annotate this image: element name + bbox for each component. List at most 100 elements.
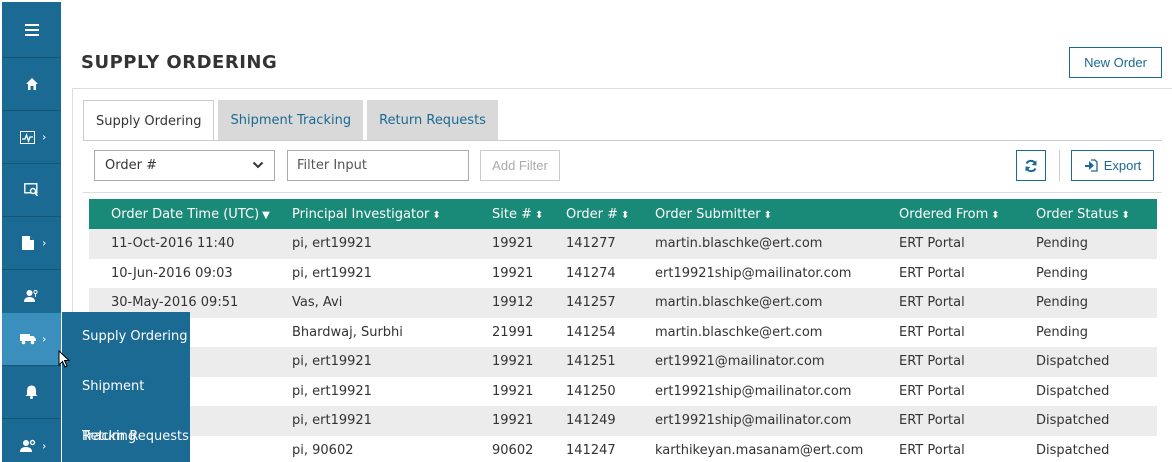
table-cell-ordered-from: ERT Portal xyxy=(877,229,1014,259)
table-row[interactable]: :12pi, ert1992119921141250ert19921ship@m… xyxy=(89,376,1157,406)
table-cell-ordered-from: ERT Portal xyxy=(877,435,1014,462)
table-cell-site-number: 19921 xyxy=(470,258,544,288)
table-row[interactable]: :19pi, ert1992119921141251ert19921@maili… xyxy=(89,347,1157,377)
export-button[interactable]: Export xyxy=(1071,150,1154,181)
table-cell-site-number: 21991 xyxy=(470,317,544,347)
home-icon xyxy=(25,78,38,90)
tab-bar: Supply Ordering Shipment Tracking Return… xyxy=(83,100,502,141)
export-icon xyxy=(1084,159,1098,172)
table-cell-order-number: 141250 xyxy=(544,376,633,406)
sidebar-item-search[interactable] xyxy=(2,164,61,217)
flyout-item-return-requests[interactable]: Return Requests xyxy=(62,412,190,462)
sidebar-item-supplies[interactable]: › xyxy=(2,313,61,366)
table-cell-ordered-from: ERT Portal xyxy=(877,376,1014,406)
sidebar-item-home[interactable] xyxy=(2,58,61,111)
table-cell-order-date-time: 11-Oct-2016 11:40 xyxy=(89,229,270,259)
sidebar-item-notifications[interactable] xyxy=(2,366,61,419)
filter-field-select[interactable]: Order # xyxy=(94,150,275,181)
sidebar-item-documents[interactable]: › xyxy=(2,217,61,270)
table-cell-site-number: 19921 xyxy=(470,376,544,406)
table-cell-ordered-from: ERT Portal xyxy=(877,317,1014,347)
chart-icon xyxy=(20,130,35,144)
table-cell-order-status: Dispatched xyxy=(1014,435,1157,462)
filter-input[interactable] xyxy=(287,150,469,181)
sort-icon: ⬍ xyxy=(620,209,630,221)
filter-field-value: Order # xyxy=(105,158,157,173)
table-cell-ordered-from: ERT Portal xyxy=(877,258,1014,288)
table-cell-principal-investigator: pi, ert19921 xyxy=(270,229,470,259)
column-header-order-date-time[interactable]: Order Date Time (UTC) ▼ xyxy=(89,199,270,229)
table-row[interactable]: 10-Jun-2016 09:03 pi, ert19921 19921 141274… xyxy=(89,258,1157,288)
table-cell-site-number: 19921 xyxy=(470,406,544,436)
supplies-flyout-menu: Supply Ordering Shipment Tracking Return… xyxy=(62,312,190,462)
sort-desc-icon: ▼ xyxy=(262,209,270,221)
table-cell-principal-investigator: pi, ert19921 xyxy=(270,347,470,377)
tab-shipment-tracking[interactable]: Shipment Tracking xyxy=(218,100,364,140)
column-header-order-submitter[interactable]: Order Submitter ⬍ xyxy=(633,199,877,229)
document-icon xyxy=(21,236,34,250)
orders-table: Order Date Time (UTC) ▼ Principal Investig… xyxy=(89,199,1157,462)
chevron-right-icon: › xyxy=(42,236,47,250)
column-header-ordered-from[interactable]: Ordered From ⬍ xyxy=(877,199,1014,229)
table-row[interactable]: :05pi, ert1992119921141249ert19921ship@m… xyxy=(89,406,1157,436)
refresh-icon xyxy=(1025,159,1037,172)
table-cell-order-submitter: ert19921ship@mailinator.com xyxy=(633,406,877,436)
sort-icon: ⬍ xyxy=(534,209,544,221)
table-cell-order-number: 141277 xyxy=(544,229,633,259)
table-cell-principal-investigator: pi, ert19921 xyxy=(270,376,470,406)
table-cell-order-number: 141249 xyxy=(544,406,633,436)
table-cell-order-status: Pending xyxy=(1014,317,1157,347)
hamburger-menu-icon xyxy=(24,23,39,36)
table-row[interactable]: 18pi, 9060290602141247karthikeyan.masana… xyxy=(89,435,1157,462)
sidebar-menu-toggle[interactable] xyxy=(2,2,61,58)
column-header-order-status[interactable]: Order Status ⬍ xyxy=(1014,199,1157,229)
table-cell-principal-investigator: Vas, Avi xyxy=(270,288,470,318)
table-cell-order-status: Pending xyxy=(1014,258,1157,288)
column-header-principal-investigator[interactable]: Principal Investigator ⬍ xyxy=(270,199,470,229)
sidebar-item-reports[interactable]: › xyxy=(2,111,61,164)
table-row[interactable]: 11-Oct-2016 11:40 pi, ert19921 19921 141277… xyxy=(89,229,1157,259)
table-cell-ordered-from: ERT Portal xyxy=(877,406,1014,436)
refresh-button[interactable] xyxy=(1016,150,1046,181)
table-cell-order-status: Dispatched xyxy=(1014,376,1157,406)
tab-divider xyxy=(83,140,1162,141)
chevron-down-icon xyxy=(252,161,264,169)
table-cell-order-date-time: 10-Jun-2016 09:03 xyxy=(89,258,270,288)
column-header-label: Ordered From xyxy=(899,206,989,222)
sort-icon: ⬍ xyxy=(763,209,773,221)
users-icon xyxy=(24,289,38,302)
new-order-button[interactable]: New Order xyxy=(1069,47,1162,78)
table-cell-order-submitter: ert19921ship@mailinator.com xyxy=(633,376,877,406)
column-header-label: Order # xyxy=(566,206,618,222)
filter-divider xyxy=(83,192,1162,193)
column-header-site-number[interactable]: Site # ⬍ xyxy=(470,199,544,229)
table-header-row: Order Date Time (UTC) ▼ Principal Investig… xyxy=(89,199,1157,229)
table-row[interactable]: 30-May-2016 09:51 Vas, Avi 19912 141257 mart… xyxy=(89,288,1157,318)
sort-icon: ⬍ xyxy=(432,209,441,221)
table-cell-order-number: 141247 xyxy=(544,435,633,462)
table-row[interactable]: :23Bhardwaj, Surbhi21991141254martin.bla… xyxy=(89,317,1157,347)
table-cell-order-number: 141254 xyxy=(544,317,633,347)
table-cell-order-status: Pending xyxy=(1014,288,1157,318)
table-cell-order-submitter: martin.blaschke@ert.com xyxy=(633,317,877,347)
table-cell-order-status: Dispatched xyxy=(1014,406,1157,436)
export-label: Export xyxy=(1103,158,1142,173)
add-filter-button[interactable]: Add Filter xyxy=(480,150,560,181)
mouse-cursor-icon xyxy=(58,350,70,368)
column-header-label: Principal Investigator xyxy=(292,206,430,222)
table-cell-order-submitter: martin.blaschke@ert.com xyxy=(633,288,877,318)
table-cell-order-number: 141257 xyxy=(544,288,633,318)
column-header-order-number[interactable]: Order # ⬍ xyxy=(544,199,633,229)
table-cell-ordered-from: ERT Portal xyxy=(877,347,1014,377)
chevron-right-icon: › xyxy=(42,332,47,346)
table-cell-site-number: 90602 xyxy=(470,435,544,462)
tab-supply-ordering[interactable]: Supply Ordering xyxy=(83,100,215,141)
tab-return-requests[interactable]: Return Requests xyxy=(367,100,498,140)
table-cell-order-status: Dispatched xyxy=(1014,347,1157,377)
sort-icon: ⬍ xyxy=(1121,209,1130,221)
flyout-item-supply-ordering[interactable]: Supply Ordering xyxy=(62,312,190,362)
sidebar-item-user-settings[interactable]: › xyxy=(2,419,61,462)
flyout-item-shipment-tracking[interactable]: Shipment Tracking xyxy=(62,362,190,444)
table-cell-order-number: 141274 xyxy=(544,258,633,288)
sort-icon: ⬍ xyxy=(991,209,1000,221)
